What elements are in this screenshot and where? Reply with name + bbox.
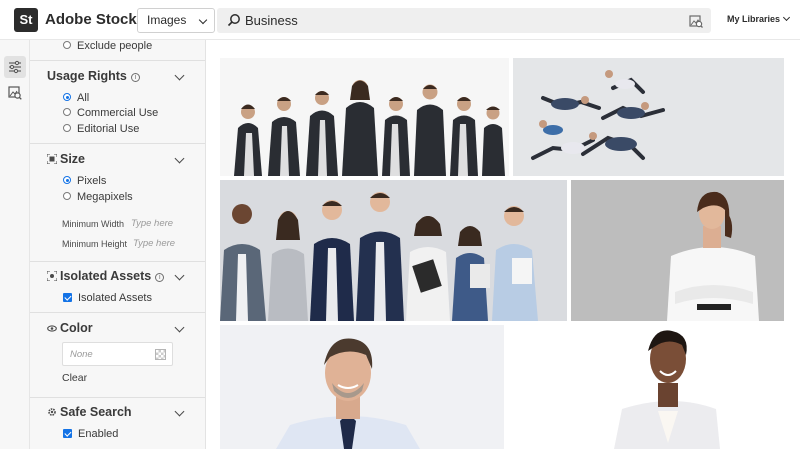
min-height-label: Minimum Height: [62, 239, 128, 249]
result-image-businessman[interactable]: [220, 325, 504, 449]
result-image-diverse-team[interactable]: [220, 180, 567, 321]
asset-type-select[interactable]: Images: [137, 8, 215, 33]
section-divider: [30, 261, 205, 262]
size-header[interactable]: Size: [47, 152, 85, 166]
left-rail: [0, 40, 30, 449]
exclude-people-option[interactable]: Exclude people: [63, 40, 152, 52]
radio-button[interactable]: [63, 192, 71, 200]
radio-button[interactable]: [63, 124, 71, 132]
color-header[interactable]: Color: [47, 321, 93, 335]
my-libraries-label: My Libraries: [727, 14, 781, 24]
clear-color-link[interactable]: Clear: [62, 372, 87, 384]
search-query-text: Business: [245, 13, 298, 28]
isolated-assets-title: Isolated Assets: [60, 269, 152, 283]
isolated-assets-option[interactable]: Isolated Assets: [63, 292, 152, 304]
size-megapixels-option[interactable]: Megapixels: [63, 191, 133, 203]
usage-rights-header[interactable]: Usage Rights i: [47, 69, 140, 83]
chevron-down-icon[interactable]: [174, 70, 185, 81]
color-title: Color: [60, 321, 93, 335]
usage-commercial-label: Commercial Use: [77, 107, 159, 119]
asset-type-value: Images: [147, 13, 187, 27]
usage-all-label: All: [77, 92, 90, 104]
radio-button[interactable]: [63, 41, 71, 49]
exclude-people-label: Exclude people: [77, 40, 153, 52]
usage-rights-title: Usage Rights: [47, 69, 127, 83]
chevron-down-icon: [782, 13, 791, 22]
usage-all-option[interactable]: All: [63, 92, 89, 104]
section-divider: [30, 397, 205, 398]
adobe-stock-logo[interactable]: St: [14, 8, 38, 32]
section-divider: [30, 60, 205, 61]
usage-editorial-label: Editorial Use: [77, 123, 140, 135]
top-header: St Adobe Stock Images Business My Librar…: [0, 0, 800, 40]
size-pixels-option[interactable]: Pixels: [63, 175, 106, 187]
radio-button[interactable]: [63, 108, 71, 116]
search-icon: [227, 14, 240, 27]
chevron-down-icon: [198, 15, 208, 25]
safe-search-label: Enabled: [78, 428, 119, 440]
visual-search-rail-button[interactable]: [4, 82, 26, 104]
info-icon[interactable]: i: [155, 273, 165, 282]
gear-icon: [48, 408, 56, 416]
isolated-assets-header[interactable]: Isolated Assets i: [47, 269, 165, 283]
result-image-business-team[interactable]: [220, 58, 509, 176]
chevron-down-icon[interactable]: [174, 270, 185, 281]
min-height-input[interactable]: Type here: [133, 238, 175, 249]
size-icon: [47, 154, 57, 164]
filter-panel: Exclude people Usage Rights i All Commerc…: [30, 40, 206, 449]
result-image-jumping-people[interactable]: [513, 58, 784, 176]
my-libraries-menu[interactable]: My Libraries: [727, 13, 791, 24]
min-width-label: Minimum Width: [62, 219, 125, 229]
safe-search-option[interactable]: Enabled: [63, 428, 118, 440]
color-value: None: [70, 349, 93, 360]
checkbox-checked[interactable]: [63, 429, 72, 438]
safe-search-title: Safe Search: [60, 405, 132, 419]
brand-title[interactable]: Adobe Stock: [45, 11, 137, 28]
chevron-down-icon[interactable]: [174, 322, 185, 333]
color-picker-input[interactable]: None: [62, 342, 173, 366]
size-title: Size: [60, 152, 86, 166]
visual-search-icon[interactable]: [689, 14, 703, 28]
results-grid: [206, 40, 800, 449]
radio-button-selected[interactable]: [63, 176, 71, 184]
info-icon[interactable]: i: [130, 73, 140, 82]
isolated-assets-label: Isolated Assets: [78, 292, 152, 304]
transparent-swatch-icon[interactable]: [155, 349, 166, 360]
safe-search-header[interactable]: Safe Search: [47, 405, 132, 419]
visual-search-icon: [8, 86, 22, 100]
filters-icon: [9, 60, 21, 74]
chevron-down-icon[interactable]: [174, 406, 185, 417]
chevron-down-icon[interactable]: [174, 153, 185, 164]
color-drop-icon: [47, 325, 57, 332]
result-image-businesswoman[interactable]: [571, 180, 784, 321]
search-input[interactable]: Business: [217, 8, 711, 33]
filters-toggle-button[interactable]: [4, 56, 26, 78]
checkbox-checked[interactable]: [63, 293, 72, 302]
min-width-input[interactable]: Type here: [131, 218, 173, 229]
section-divider: [30, 312, 205, 313]
usage-commercial-option[interactable]: Commercial Use: [63, 107, 158, 119]
size-megapixels-label: Megapixels: [77, 191, 133, 203]
size-pixels-label: Pixels: [77, 175, 107, 187]
usage-editorial-option[interactable]: Editorial Use: [63, 123, 139, 135]
radio-button-selected[interactable]: [63, 93, 71, 101]
result-image-businesswoman-portrait[interactable]: [508, 325, 784, 449]
isolated-assets-icon: [47, 271, 57, 281]
section-divider: [30, 143, 205, 144]
